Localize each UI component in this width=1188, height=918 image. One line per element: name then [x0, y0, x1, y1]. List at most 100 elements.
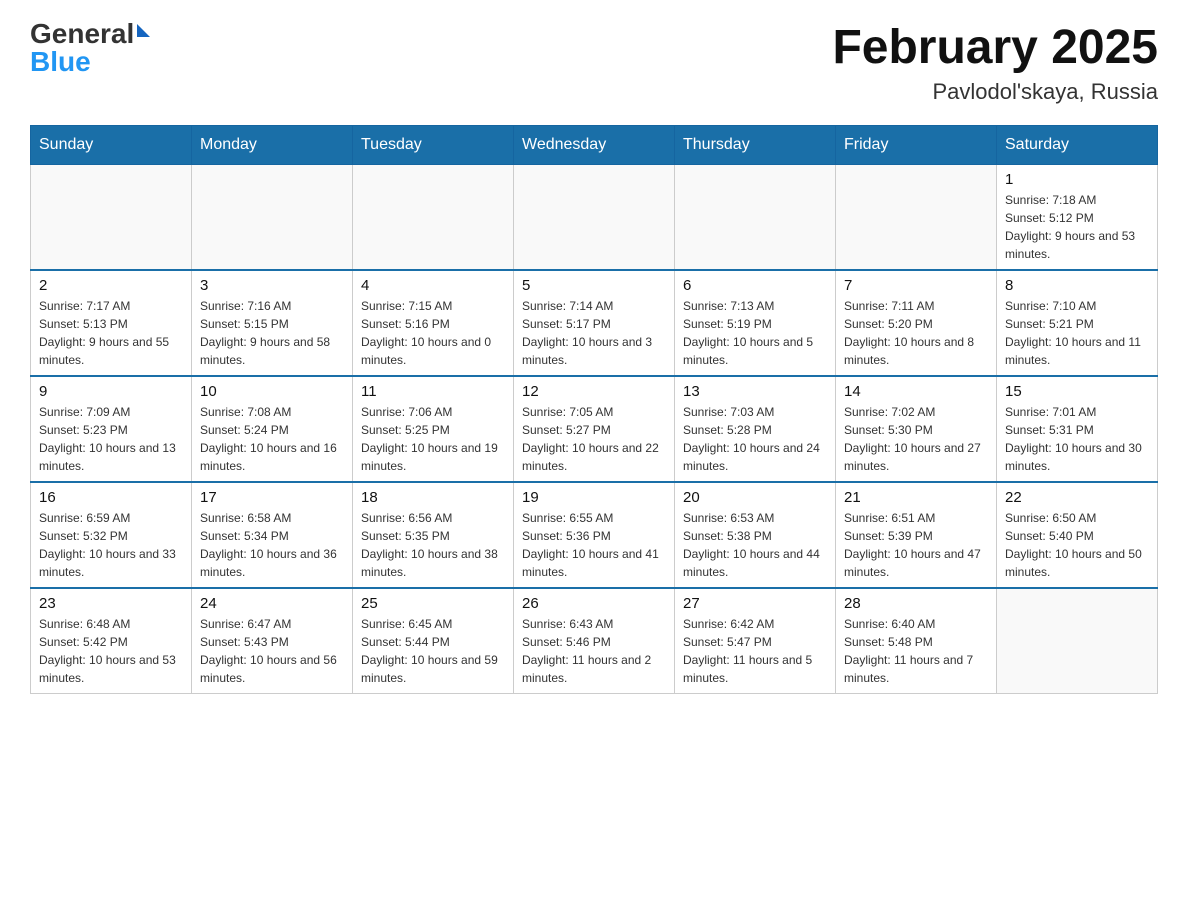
calendar-cell-w2-d6: 7 Sunrise: 7:11 AM Sunset: 5:20 PM Daylig… — [836, 270, 997, 376]
calendar-cell-w4-d7: 22Sunrise: 6:50 AM Sunset: 5:40 PM Dayli… — [997, 482, 1158, 588]
day-number: 20 — [683, 489, 827, 506]
day-info: Sunrise: 7:14 AM Sunset: 5:17 PM Dayligh… — [522, 297, 666, 369]
day-number: 27 — [683, 595, 827, 612]
day-number: 8 — [1005, 277, 1149, 294]
calendar-cell-w4-d4: 19Sunrise: 6:55 AM Sunset: 5:36 PM Dayli… — [514, 482, 675, 588]
calendar-cell-w4-d3: 18 Sunrise: 6:56 AM Sunset: 5:35 PM Dayli… — [353, 482, 514, 588]
day-info: Sunrise: 6:56 AM Sunset: 5:35 PM Dayligh… — [361, 509, 505, 581]
day-info: Sunrise: 7:17 AM Sunset: 5:13 PM Dayligh… — [39, 297, 183, 369]
calendar-cell-w1-d5 — [675, 165, 836, 271]
day-number: 10 — [200, 383, 344, 400]
calendar-cell-w2-d3: 4 Sunrise: 7:15 AM Sunset: 5:16 PM Daylig… — [353, 270, 514, 376]
day-info: Sunrise: 7:15 AM Sunset: 5:16 PM Dayligh… — [361, 297, 505, 369]
calendar-cell-w5-d5: 27 Sunrise: 6:42 AM Sunset: 5:47 PM Dayli… — [675, 588, 836, 694]
month-title: February 2025 — [832, 20, 1158, 75]
day-info: Sunrise: 7:06 AM Sunset: 5:25 PM Dayligh… — [361, 403, 505, 475]
calendar-week-3: 9Sunrise: 7:09 AM Sunset: 5:23 PM Daylig… — [31, 376, 1158, 482]
calendar-week-2: 2 Sunrise: 7:17 AM Sunset: 5:13 PM Daylig… — [31, 270, 1158, 376]
day-number: 1 — [1005, 171, 1149, 188]
day-number: 9 — [39, 383, 183, 400]
day-info: Sunrise: 7:13 AM Sunset: 5:19 PM Dayligh… — [683, 297, 827, 369]
calendar-cell-w1-d1 — [31, 165, 192, 271]
day-number: 16 — [39, 489, 183, 506]
day-info: Sunrise: 7:18 AM Sunset: 5:12 PM Dayligh… — [1005, 191, 1149, 263]
day-number: 15 — [1005, 383, 1149, 400]
location-text: Pavlodol'skaya, Russia — [832, 79, 1158, 105]
day-info: Sunrise: 7:01 AM Sunset: 5:31 PM Dayligh… — [1005, 403, 1149, 475]
day-number: 13 — [683, 383, 827, 400]
calendar-cell-w3-d6: 14 Sunrise: 7:02 AM Sunset: 5:30 PM Dayli… — [836, 376, 997, 482]
day-number: 18 — [361, 489, 505, 506]
col-thursday: Thursday — [675, 126, 836, 165]
day-number: 3 — [200, 277, 344, 294]
day-info: Sunrise: 6:42 AM Sunset: 5:47 PM Dayligh… — [683, 615, 827, 687]
logo-blue-text: Blue — [30, 48, 91, 76]
calendar-cell-w4-d6: 21 Sunrise: 6:51 AM Sunset: 5:39 PM Dayli… — [836, 482, 997, 588]
day-info: Sunrise: 7:16 AM Sunset: 5:15 PM Dayligh… — [200, 297, 344, 369]
day-number: 26 — [522, 595, 666, 612]
day-number: 14 — [844, 383, 988, 400]
calendar-header-row: Sunday Monday Tuesday Wednesday Thursday… — [31, 126, 1158, 165]
day-info: Sunrise: 6:50 AM Sunset: 5:40 PM Dayligh… — [1005, 509, 1149, 581]
col-monday: Monday — [192, 126, 353, 165]
day-number: 21 — [844, 489, 988, 506]
calendar-cell-w3-d2: 10 Sunrise: 7:08 AM Sunset: 5:24 PM Dayli… — [192, 376, 353, 482]
col-saturday: Saturday — [997, 126, 1158, 165]
logo: General Blue — [30, 20, 150, 76]
calendar-cell-w5-d2: 24 Sunrise: 6:47 AM Sunset: 5:43 PM Dayli… — [192, 588, 353, 694]
day-info: Sunrise: 6:59 AM Sunset: 5:32 PM Dayligh… — [39, 509, 183, 581]
day-number: 7 — [844, 277, 988, 294]
day-number: 25 — [361, 595, 505, 612]
day-info: Sunrise: 7:05 AM Sunset: 5:27 PM Dayligh… — [522, 403, 666, 475]
calendar-cell-w2-d7: 8 Sunrise: 7:10 AM Sunset: 5:21 PM Daylig… — [997, 270, 1158, 376]
calendar-cell-w2-d1: 2 Sunrise: 7:17 AM Sunset: 5:13 PM Daylig… — [31, 270, 192, 376]
calendar-cell-w2-d5: 6 Sunrise: 7:13 AM Sunset: 5:19 PM Daylig… — [675, 270, 836, 376]
day-info: Sunrise: 6:51 AM Sunset: 5:39 PM Dayligh… — [844, 509, 988, 581]
calendar-cell-w1-d3 — [353, 165, 514, 271]
day-info: Sunrise: 7:08 AM Sunset: 5:24 PM Dayligh… — [200, 403, 344, 475]
col-sunday: Sunday — [31, 126, 192, 165]
calendar-cell-w5-d4: 26 Sunrise: 6:43 AM Sunset: 5:46 PM Dayli… — [514, 588, 675, 694]
day-info: Sunrise: 7:02 AM Sunset: 5:30 PM Dayligh… — [844, 403, 988, 475]
calendar-cell-w2-d2: 3 Sunrise: 7:16 AM Sunset: 5:15 PM Daylig… — [192, 270, 353, 376]
calendar-cell-w3-d3: 11 Sunrise: 7:06 AM Sunset: 5:25 PM Dayli… — [353, 376, 514, 482]
calendar-cell-w5-d6: 28 Sunrise: 6:40 AM Sunset: 5:48 PM Dayli… — [836, 588, 997, 694]
calendar-week-1: 1 Sunrise: 7:18 AM Sunset: 5:12 PM Daylig… — [31, 165, 1158, 271]
day-number: 5 — [522, 277, 666, 294]
day-info: Sunrise: 6:53 AM Sunset: 5:38 PM Dayligh… — [683, 509, 827, 581]
day-info: Sunrise: 6:43 AM Sunset: 5:46 PM Dayligh… — [522, 615, 666, 687]
day-number: 24 — [200, 595, 344, 612]
calendar-cell-w1-d4 — [514, 165, 675, 271]
calendar-cell-w4-d5: 20 Sunrise: 6:53 AM Sunset: 5:38 PM Dayli… — [675, 482, 836, 588]
col-wednesday: Wednesday — [514, 126, 675, 165]
calendar-cell-w4-d1: 16 Sunrise: 6:59 AM Sunset: 5:32 PM Dayli… — [31, 482, 192, 588]
day-number: 2 — [39, 277, 183, 294]
day-info: Sunrise: 6:47 AM Sunset: 5:43 PM Dayligh… — [200, 615, 344, 687]
calendar-cell-w1-d7: 1 Sunrise: 7:18 AM Sunset: 5:12 PM Daylig… — [997, 165, 1158, 271]
day-number: 4 — [361, 277, 505, 294]
day-info: Sunrise: 7:11 AM Sunset: 5:20 PM Dayligh… — [844, 297, 988, 369]
day-number: 6 — [683, 277, 827, 294]
calendar-cell-w3-d5: 13 Sunrise: 7:03 AM Sunset: 5:28 PM Dayli… — [675, 376, 836, 482]
calendar-cell-w1-d6 — [836, 165, 997, 271]
calendar-cell-w2-d4: 5 Sunrise: 7:14 AM Sunset: 5:17 PM Daylig… — [514, 270, 675, 376]
day-info: Sunrise: 6:40 AM Sunset: 5:48 PM Dayligh… — [844, 615, 988, 687]
calendar-cell-w4-d2: 17Sunrise: 6:58 AM Sunset: 5:34 PM Dayli… — [192, 482, 353, 588]
calendar-cell-w1-d2 — [192, 165, 353, 271]
calendar-cell-w5-d7 — [997, 588, 1158, 694]
calendar-table: Sunday Monday Tuesday Wednesday Thursday… — [30, 125, 1158, 694]
day-number: 28 — [844, 595, 988, 612]
col-friday: Friday — [836, 126, 997, 165]
calendar-cell-w5-d1: 23Sunrise: 6:48 AM Sunset: 5:42 PM Dayli… — [31, 588, 192, 694]
day-info: Sunrise: 6:45 AM Sunset: 5:44 PM Dayligh… — [361, 615, 505, 687]
day-number: 12 — [522, 383, 666, 400]
day-number: 23 — [39, 595, 183, 612]
day-info: Sunrise: 7:03 AM Sunset: 5:28 PM Dayligh… — [683, 403, 827, 475]
calendar-cell-w5-d3: 25 Sunrise: 6:45 AM Sunset: 5:44 PM Dayli… — [353, 588, 514, 694]
logo-triangle-icon — [137, 24, 150, 37]
day-info: Sunrise: 7:10 AM Sunset: 5:21 PM Dayligh… — [1005, 297, 1149, 369]
col-tuesday: Tuesday — [353, 126, 514, 165]
day-info: Sunrise: 6:58 AM Sunset: 5:34 PM Dayligh… — [200, 509, 344, 581]
calendar-cell-w3-d7: 15 Sunrise: 7:01 AM Sunset: 5:31 PM Dayli… — [997, 376, 1158, 482]
day-number: 11 — [361, 383, 505, 400]
